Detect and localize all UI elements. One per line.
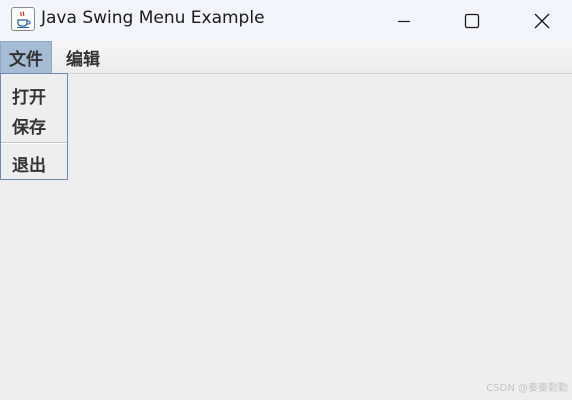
menu-item-exit[interactable]: 退出	[1, 148, 67, 178]
close-button[interactable]	[509, 0, 572, 41]
close-icon	[534, 13, 550, 28]
menu-item-save[interactable]: 保存	[1, 110, 67, 140]
maximize-button[interactable]	[439, 0, 505, 41]
watermark-text: CSDN @秦秦勤勤	[486, 383, 568, 394]
minimize-button[interactable]	[371, 0, 437, 41]
content-area	[0, 74, 572, 400]
window-title: Java Swing Menu Example	[41, 8, 265, 28]
menu-file[interactable]: 文件	[0, 41, 52, 73]
maximize-icon	[464, 13, 480, 28]
minimize-icon	[398, 20, 410, 22]
file-menu-popup: 打开 保存 退出	[0, 73, 68, 180]
menu-item-open[interactable]: 打开	[1, 80, 67, 110]
java-coffee-icon	[11, 7, 35, 31]
menu-bar: 文件 编辑	[0, 41, 572, 74]
menu-edit[interactable]: 编辑	[58, 41, 108, 73]
menu-separator	[1, 142, 67, 144]
application-window: Java Swing Menu Example 文件 编辑 打开 保存 退出 C…	[0, 0, 572, 400]
title-bar[interactable]: Java Swing Menu Example	[0, 0, 572, 41]
